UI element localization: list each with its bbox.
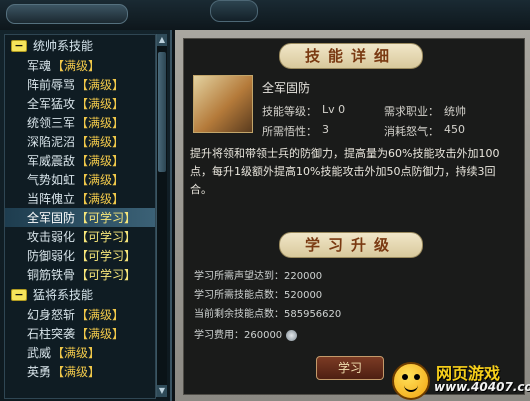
skill-status: 【可学习】	[76, 211, 137, 225]
skill-detail-panel: 技能详细 全军固防 技能等级： Lv 0 需求职业： 统帅 所需悟性： 3 消耗…	[175, 30, 530, 401]
skill-item[interactable]: 当阵傀立 【满级】	[5, 189, 155, 208]
cost-value: 260000	[244, 330, 283, 341]
skill-name: 石柱突袭	[27, 327, 76, 341]
top-tab-left[interactable]	[6, 4, 128, 24]
job-value: 统帅	[444, 105, 466, 118]
skill-icon	[193, 75, 253, 133]
skill-name: 阵前辱骂	[27, 78, 76, 92]
detail-content: 技能详细 全军固防 技能等级： Lv 0 需求职业： 统帅 所需悟性： 3 消耗…	[183, 38, 525, 395]
skill-status: 【满级】	[76, 78, 125, 92]
job-label: 需求职业：	[384, 105, 439, 118]
reputation-label: 学习所需声望达到：	[194, 271, 284, 282]
skill-item[interactable]: 武威 【满级】	[5, 343, 155, 362]
site-logo: 网页游戏 www.40407.com	[386, 358, 530, 401]
skill-item[interactable]: 英勇 【满级】	[5, 362, 155, 381]
skill-status: 【满级】	[52, 346, 101, 360]
skill-item[interactable]: 军威震敌 【满级】	[5, 151, 155, 170]
comprehension-value: 3	[322, 123, 329, 136]
top-tab-right[interactable]	[210, 0, 258, 22]
group-label: 猛将系技能	[33, 288, 94, 302]
skill-status: 【满级】	[76, 327, 125, 341]
scroll-down-icon[interactable]: ▼	[157, 385, 167, 397]
skill-name: 全军固防	[262, 81, 311, 95]
skill-status: 【满级】	[76, 173, 125, 187]
skill-name: 幻身怒斩	[27, 308, 76, 322]
skill-item-selected[interactable]: 全军固防 【可学习】	[5, 208, 155, 227]
points-line: 学习所需技能点数：520000	[194, 286, 322, 301]
skill-status: 【满级】	[76, 135, 125, 149]
learn-header: 学习升级	[279, 232, 423, 258]
skill-status: 【可学习】	[76, 268, 137, 282]
level-label: 技能等级：	[262, 105, 317, 118]
coin-icon	[286, 329, 298, 341]
skill-status: 【满级】	[52, 365, 101, 379]
skill-name: 军魂	[27, 59, 52, 73]
skill-status: 【满级】	[76, 192, 125, 206]
skill-item[interactable]: 防御弱化 【可学习】	[5, 246, 155, 265]
rage-label: 消耗怒气：	[384, 125, 439, 138]
comprehension-label: 所需悟性：	[262, 125, 317, 138]
skill-item[interactable]: 幻身怒斩 【满级】	[5, 305, 155, 324]
skill-item[interactable]: 铜筋铁骨 【可学习】	[5, 265, 155, 284]
skill-status: 【满级】	[76, 97, 125, 111]
remaining-label: 当前剩余技能点数：	[194, 309, 284, 320]
scroll-up-icon[interactable]: ▲	[157, 34, 167, 46]
skill-name: 防御弱化	[27, 249, 76, 263]
points-value: 520000	[284, 290, 323, 301]
scroll-thumb[interactable]	[158, 52, 166, 172]
skill-status: 【可学习】	[76, 230, 137, 244]
logo-url: www.40407.com	[434, 380, 530, 394]
learn-button[interactable]: 学习	[316, 356, 384, 380]
group-header-commander[interactable]: − 统帅系技能	[5, 35, 155, 56]
collapse-icon[interactable]: −	[11, 288, 27, 301]
skill-name: 铜筋铁骨	[27, 268, 76, 282]
skill-status: 【可学习】	[76, 249, 137, 263]
skill-item[interactable]: 气势如虹 【满级】	[5, 170, 155, 189]
remaining-value: 585956620	[284, 309, 342, 320]
skill-status: 【满级】	[76, 154, 125, 168]
skill-name: 英勇	[27, 365, 52, 379]
remaining-line: 当前剩余技能点数：585956620	[194, 305, 341, 320]
top-strip	[0, 0, 530, 30]
group-label: 统帅系技能	[33, 39, 94, 53]
cost-line: 学习费用：260000	[194, 326, 298, 341]
skill-name: 攻击弱化	[27, 230, 76, 244]
skill-item[interactable]: 军魂 【满级】	[5, 56, 155, 75]
skill-description: 提升将领和带领士兵的防御力，提高量为60%技能攻击外加100点，每升1级额外提高…	[190, 147, 500, 196]
skill-name: 全军猛攻	[27, 97, 76, 111]
skill-item[interactable]: 统领三军 【满级】	[5, 113, 155, 132]
skill-name: 深陷泥沼	[27, 135, 76, 149]
level-value: Lv 0	[322, 103, 346, 116]
group-header-general[interactable]: − 猛将系技能	[5, 284, 155, 305]
reputation-line: 学习所需声望达到：220000	[194, 267, 322, 282]
rage-value: 450	[444, 123, 465, 136]
skill-name: 当阵傀立	[27, 192, 76, 206]
skill-name: 全军固防	[27, 211, 76, 225]
skill-tree-panel: − 统帅系技能 军魂 【满级】 阵前辱骂 【满级】 全军猛攻 【满级】 统领三军 【满级…	[0, 30, 172, 401]
reputation-value: 220000	[284, 271, 323, 282]
cost-label: 学习费用：	[194, 330, 244, 341]
skill-item[interactable]: 石柱突袭 【满级】	[5, 324, 155, 343]
skill-item[interactable]: 攻击弱化 【可学习】	[5, 227, 155, 246]
skill-item[interactable]: 深陷泥沼 【满级】	[5, 132, 155, 151]
tree-scrollbar[interactable]: ▲ ▼	[156, 34, 167, 397]
skill-name: 武威	[27, 346, 52, 360]
skill-item[interactable]: 全军猛攻 【满级】	[5, 94, 155, 113]
skill-item[interactable]: 阵前辱骂 【满级】	[5, 75, 155, 94]
skill-tree-list: − 统帅系技能 军魂 【满级】 阵前辱骂 【满级】 全军猛攻 【满级】 统领三军 【满级…	[4, 34, 156, 399]
mascot-icon	[392, 362, 430, 400]
skill-status: 【满级】	[76, 308, 125, 322]
skill-name: 气势如虹	[27, 173, 76, 187]
skill-status: 【满级】	[52, 59, 101, 73]
skill-status: 【满级】	[76, 116, 125, 130]
points-label: 学习所需技能点数：	[194, 290, 284, 301]
detail-header: 技能详细	[279, 43, 423, 69]
skill-name: 军威震敌	[27, 154, 76, 168]
skill-name: 统领三军	[27, 116, 76, 130]
collapse-icon[interactable]: −	[11, 39, 27, 52]
